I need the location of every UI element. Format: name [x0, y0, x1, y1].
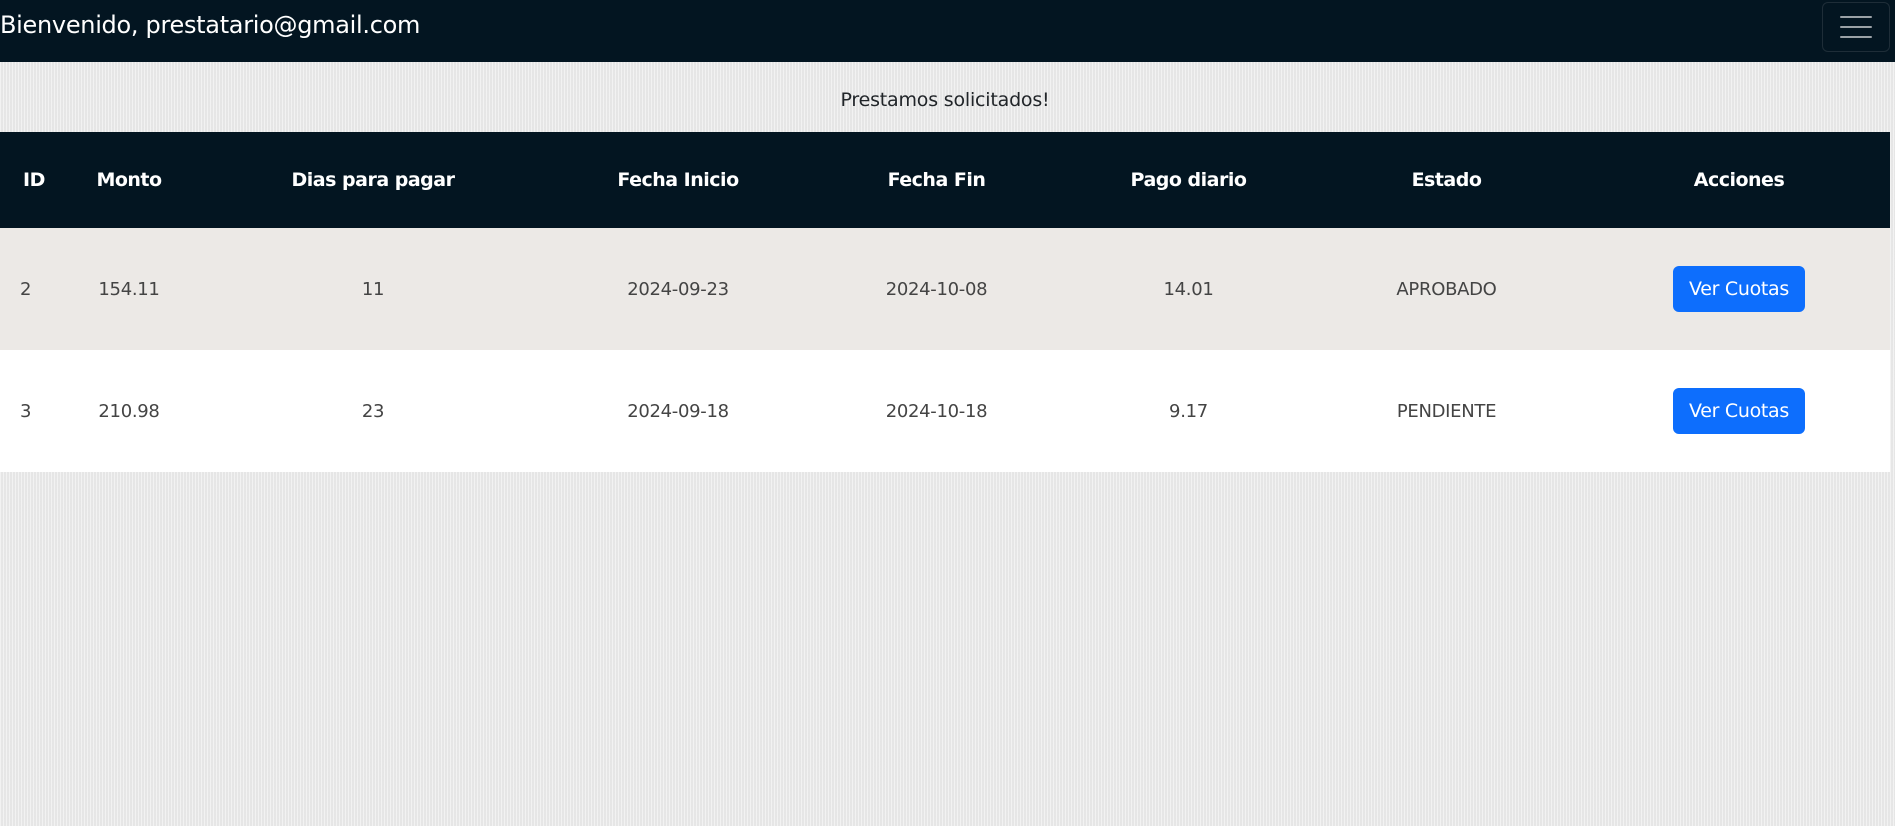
cell-estado: APROBADO	[1396, 278, 1497, 300]
column-header-estado: Estado	[1411, 169, 1482, 191]
cell-estado: PENDIENTE	[1396, 400, 1497, 422]
welcome-message: Bienvenido, prestatario@gmail.com	[0, 11, 421, 39]
cell-pago-diario: 9.17	[1169, 400, 1208, 422]
cell-fecha-inicio: 2024-09-23	[627, 278, 729, 300]
menu-bar	[1840, 26, 1872, 28]
menu-bar	[1840, 36, 1872, 38]
cell-fecha-fin: 2024-10-08	[885, 278, 988, 300]
column-header-monto: Monto	[96, 169, 162, 191]
cell-fecha-fin: 2024-10-18	[885, 400, 988, 422]
column-header-pago-diario: Pago diario	[1130, 169, 1247, 191]
hamburger-menu-icon[interactable]	[1822, 2, 1890, 52]
loans-table: ID Monto Dias para pagar Fecha Inicio Fe…	[0, 132, 1890, 472]
cell-acciones: Ver Cuotas	[1588, 228, 1890, 350]
cell-acciones: Ver Cuotas	[1588, 350, 1890, 472]
cell-monto: 210.98	[98, 400, 160, 422]
column-header-acciones: Acciones	[1693, 169, 1785, 191]
ver-cuotas-button[interactable]: Ver Cuotas	[1673, 388, 1805, 434]
ver-cuotas-button[interactable]: Ver Cuotas	[1673, 266, 1805, 312]
page-title: Prestamos solicitados!	[840, 89, 1050, 111]
table-header-row: ID Monto Dias para pagar Fecha Inicio Fe…	[0, 132, 1890, 228]
cell-pago-diario: 14.01	[1163, 278, 1214, 300]
cell-fecha-inicio: 2024-09-18	[627, 400, 729, 422]
menu-bar	[1840, 16, 1872, 18]
column-header-fecha-fin: Fecha Fin	[887, 169, 986, 191]
column-header-dias: Dias para pagar	[291, 169, 455, 191]
cell-monto: 154.11	[98, 278, 160, 300]
table-row: 2 154.11 11 2024-09-23 2024-10-08 14.01 …	[0, 228, 1890, 350]
cell-dias: 23	[361, 400, 385, 422]
cell-id: 2	[20, 278, 32, 300]
table-row: 3 210.98 23 2024-09-18 2024-10-18 9.17 P…	[0, 350, 1890, 472]
top-navbar: Bienvenido, prestatario@gmail.com	[0, 0, 1895, 62]
column-header-fecha-inicio: Fecha Inicio	[617, 169, 739, 191]
column-header-id: ID	[23, 169, 45, 191]
cell-dias: 11	[361, 278, 385, 300]
cell-id: 3	[20, 400, 32, 422]
